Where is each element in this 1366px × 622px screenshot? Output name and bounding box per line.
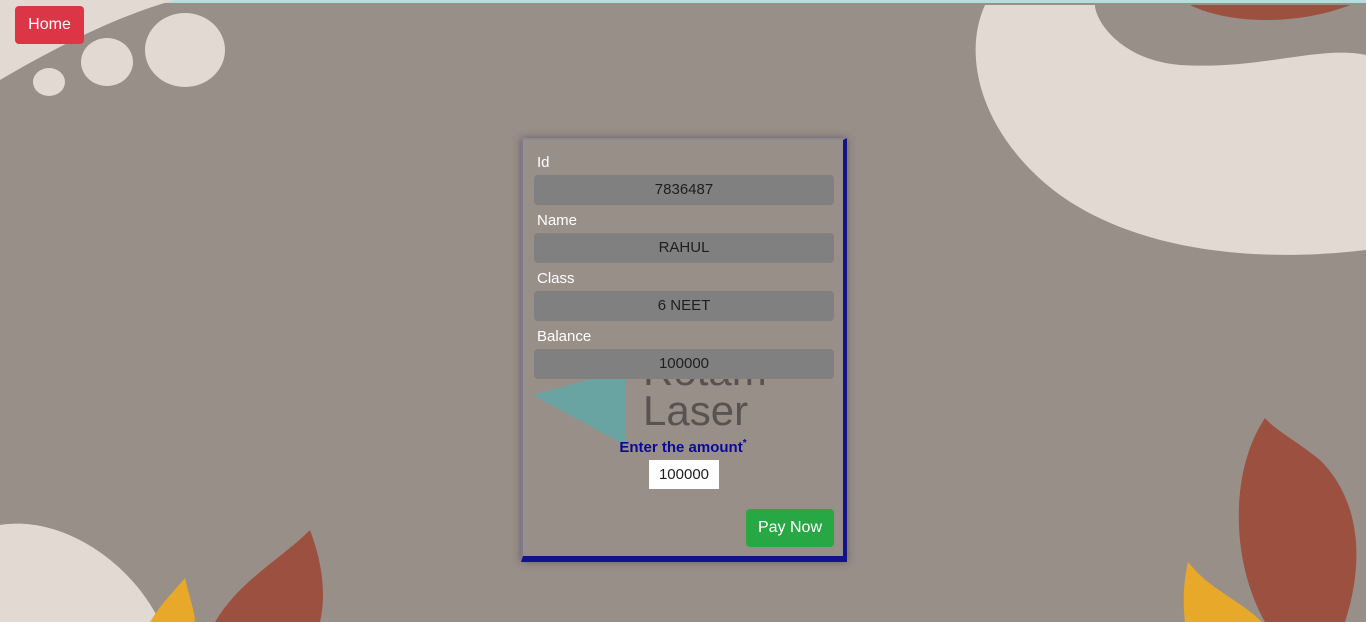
- name-field: RAHUL: [534, 233, 834, 263]
- id-field: 7836487: [534, 175, 834, 205]
- pay-now-button[interactable]: Pay Now: [746, 509, 834, 547]
- class-field: 6 NEET: [534, 291, 834, 321]
- payment-card: Rotam Laser Id 7836487 Name RAHUL Class …: [521, 138, 847, 562]
- logo-text-line2: Laser: [643, 387, 748, 434]
- amount-label: Enter the amount*: [523, 438, 843, 456]
- id-label: Id: [537, 154, 550, 171]
- class-label: Class: [537, 270, 575, 287]
- amount-input[interactable]: [649, 460, 719, 489]
- balance-label: Balance: [537, 328, 592, 345]
- amount-label-text: Enter the amount: [619, 439, 743, 456]
- required-marker: *: [742, 438, 747, 449]
- home-button[interactable]: Home: [15, 6, 84, 44]
- name-label: Name: [537, 212, 578, 229]
- balance-field: 100000: [534, 349, 834, 379]
